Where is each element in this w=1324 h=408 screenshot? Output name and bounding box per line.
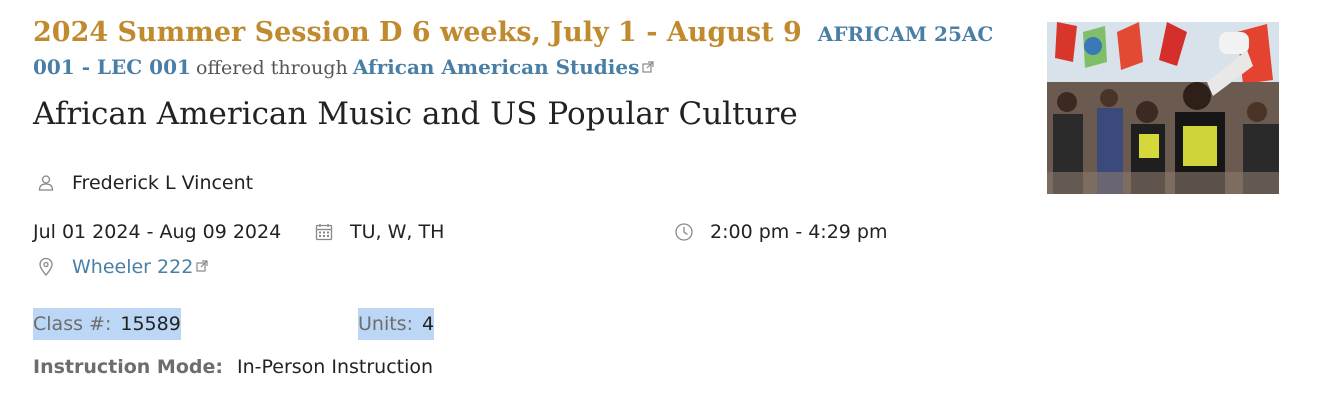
course-photo <box>1047 22 1279 194</box>
selection-gap <box>412 308 422 340</box>
department-link[interactable]: African American Studies <box>353 55 655 79</box>
class-number-value: 15589 <box>120 308 181 340</box>
location-row: Wheeler 222 <box>36 255 208 278</box>
instruction-mode: Instruction Mode: In-Person Instruction <box>33 356 433 378</box>
date-range-text: Jul 01 2024 - Aug 09 2024 <box>33 221 282 243</box>
instructor-row: Frederick L Vincent <box>36 172 253 194</box>
units: Units: 4 <box>358 308 435 340</box>
map-pin-icon <box>36 257 56 277</box>
instruction-mode-value: In-Person Instruction <box>236 356 434 378</box>
selection-gap <box>111 308 121 340</box>
instructor-name: Frederick L Vincent <box>72 172 254 194</box>
meeting-days-text: TU, W, TH <box>350 221 445 243</box>
department-link-label: African American Studies <box>352 55 640 79</box>
class-number: Class #: 15589 <box>33 308 181 340</box>
meeting-days: TU, W, TH <box>314 221 444 243</box>
location-link-label: Wheeler 222 <box>72 256 194 278</box>
session-title: 2024 Summer Session D 6 weeks, July 1 - … <box>33 17 802 48</box>
clock-icon <box>674 222 694 242</box>
external-link-icon <box>196 255 208 272</box>
offered-through-text: offered through <box>196 57 348 79</box>
units-value: 4 <box>421 308 435 340</box>
external-link-icon <box>642 51 654 73</box>
class-number-label: Class #: <box>33 308 112 340</box>
person-icon <box>36 173 56 193</box>
course-header: 2024 Summer Session D 6 weeks, July 1 - … <box>33 18 1023 84</box>
instruction-mode-label: Instruction Mode: <box>33 356 223 378</box>
date-range: Jul 01 2024 - Aug 09 2024 <box>33 221 281 243</box>
units-label: Units: <box>358 308 413 340</box>
meeting-time-text: 2:00 pm - 4:29 pm <box>710 221 888 243</box>
course-title: African American Music and US Popular Cu… <box>33 96 798 132</box>
calendar-icon <box>314 222 334 242</box>
meeting-time: 2:00 pm - 4:29 pm <box>674 221 888 243</box>
location-link[interactable]: Wheeler 222 <box>72 255 208 278</box>
